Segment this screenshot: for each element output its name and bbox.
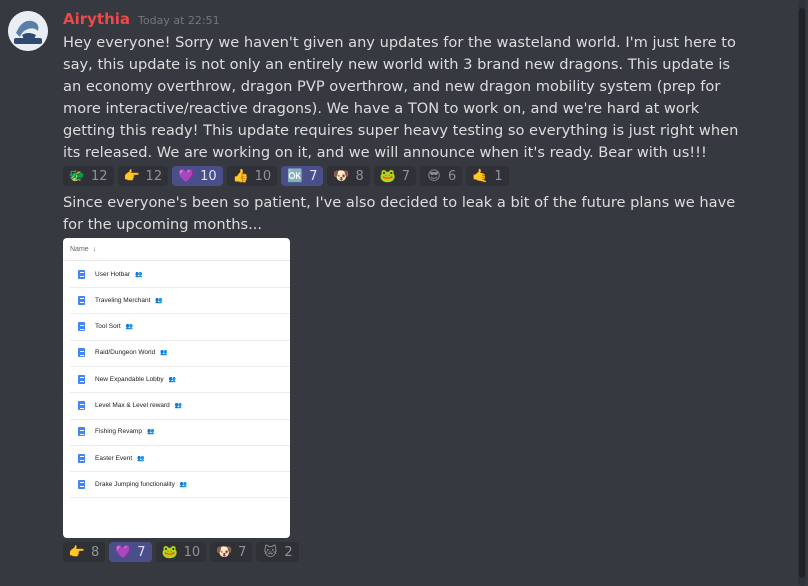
file-row: Tool Sort 👥 bbox=[70, 314, 290, 341]
avatar-logo-icon bbox=[8, 11, 48, 51]
reaction-count: 12 bbox=[145, 168, 163, 184]
shared-users-icon: 👥 bbox=[179, 481, 188, 488]
reaction-button[interactable]: 🐸 10 bbox=[155, 542, 207, 562]
pointing-emoji: 👉 bbox=[123, 168, 140, 184]
frog-face-emoji: 🐸 bbox=[379, 168, 396, 184]
document-icon bbox=[78, 295, 85, 305]
pointing-emoji: 👉 bbox=[68, 544, 86, 560]
reaction-button[interactable]: 🐸 7 bbox=[373, 166, 417, 186]
document-icon bbox=[78, 269, 85, 279]
file-name: Drake Jumping functionality bbox=[95, 480, 175, 488]
reaction-button[interactable]: 🤙 1 bbox=[466, 166, 509, 186]
reaction-button[interactable]: 🐶 7 bbox=[210, 542, 253, 562]
reaction-count: 10 bbox=[254, 168, 272, 184]
file-row: Traveling Merchant 👥 bbox=[70, 287, 290, 315]
reactions-bar: 🐲 12 👉 12 💜 10 👍 10 🆗 7 🐶 8 🐸 7 😎 6 🤙 1 bbox=[63, 166, 509, 186]
shared-users-icon: 👥 bbox=[155, 297, 163, 304]
shared-users-icon: 👥 bbox=[137, 455, 145, 462]
file-name: Raid/Dungeon World bbox=[95, 349, 156, 357]
reaction-button[interactable]: 🐶 8 bbox=[327, 166, 370, 186]
dragon-face-emoji: 🐲 bbox=[68, 168, 86, 184]
file-name: Level Max & Level reward bbox=[95, 402, 170, 409]
message-header: Airythia Today at 22:51 bbox=[63, 10, 220, 32]
reaction-button[interactable]: 👉 8 bbox=[63, 542, 106, 562]
reaction-button[interactable]: 👉 12 bbox=[117, 166, 169, 186]
reaction-count: 10 bbox=[183, 544, 201, 560]
reaction-button[interactable]: 🐱 2 bbox=[256, 542, 299, 562]
frog-emoji: 🐸 bbox=[161, 544, 178, 560]
reaction-count: 6 bbox=[448, 168, 457, 184]
scrollbar-thumb[interactable] bbox=[799, 8, 805, 578]
reaction-count: 10 bbox=[200, 168, 217, 184]
message-content-2: Since everyone's been so patient, I've a… bbox=[63, 192, 743, 236]
file-row: New Expandable Lobby 👥 bbox=[70, 366, 290, 394]
ok-button-emoji: 🆗 bbox=[287, 168, 304, 184]
reaction-count: 8 bbox=[355, 168, 364, 184]
file-name: Easter Event bbox=[95, 454, 133, 462]
shared-users-icon: 👥 bbox=[125, 324, 134, 331]
reaction-count: 7 bbox=[137, 544, 146, 560]
timestamp[interactable]: Today at 22:51 bbox=[138, 14, 220, 27]
reaction-button[interactable]: 💜 7 bbox=[109, 542, 152, 562]
document-icon bbox=[78, 374, 85, 384]
file-name: Tool Sort bbox=[95, 323, 121, 331]
reaction-button[interactable]: 🐲 12 bbox=[63, 166, 114, 186]
purple-heart-emoji: 💜 bbox=[178, 168, 195, 184]
file-row: Raid/Dungeon World 👥 bbox=[70, 340, 290, 367]
file-name: Traveling Merchant bbox=[95, 296, 151, 304]
file-row: Level Max & Level reward 👥 bbox=[70, 393, 290, 420]
document-icon bbox=[78, 348, 85, 358]
file-row: Drake Jumping functionality 👥 bbox=[70, 471, 290, 499]
shared-users-icon: 👥 bbox=[160, 350, 168, 357]
reaction-button[interactable]: 🆗 7 bbox=[281, 166, 324, 186]
file-name: New Expandable Lobby bbox=[95, 375, 164, 383]
message-text: Hey everyone! Sorry we haven't given any… bbox=[63, 34, 739, 161]
hand-emoji: 🤙 bbox=[472, 168, 489, 184]
file-row: Fishing Revamp 👥 bbox=[70, 419, 290, 446]
file-row: User Hotbar 👥 bbox=[70, 261, 290, 288]
file-row: Easter Event 👥 bbox=[70, 445, 290, 473]
reaction-button[interactable]: 👍 10 bbox=[226, 166, 278, 186]
reactions-bar: 👉 8 💜 7 🐸 10 🐶 7 🐱 2 bbox=[63, 542, 299, 562]
shared-users-icon: 👥 bbox=[146, 429, 155, 436]
document-icon bbox=[78, 427, 85, 437]
reaction-count: 7 bbox=[401, 168, 411, 184]
image-attachment[interactable]: Name ↓ User Hotbar 👥 Traveling Merchant 👥 To… bbox=[63, 238, 290, 538]
dog-face-emoji: 🐶 bbox=[333, 168, 350, 184]
name-column-label: Name bbox=[70, 245, 89, 253]
reaction-button[interactable]: 💜 10 bbox=[172, 166, 223, 186]
cat-face-emoji: 🐱 bbox=[263, 544, 278, 560]
shared-users-icon: 👥 bbox=[135, 271, 143, 278]
purple-heart-emoji: 💜 bbox=[115, 544, 132, 560]
sunglasses-emoji: 😎 bbox=[427, 168, 441, 184]
reaction-count: 1 bbox=[494, 168, 503, 184]
document-icon bbox=[78, 453, 85, 463]
message-content: Hey everyone! Sorry we haven't given any… bbox=[63, 32, 743, 164]
document-icon bbox=[78, 401, 85, 410]
reaction-count: 2 bbox=[284, 544, 293, 560]
reaction-count: 7 bbox=[309, 168, 318, 184]
file-name: User Hotbar bbox=[95, 270, 131, 278]
reaction-count: 7 bbox=[238, 544, 247, 560]
message-text: Since everyone's been so patient, I've a… bbox=[63, 194, 736, 233]
sort-arrow-icon: ↓ bbox=[92, 245, 97, 253]
shared-users-icon: 👥 bbox=[168, 376, 177, 383]
shared-users-icon: 👥 bbox=[174, 403, 183, 409]
reaction-count: 8 bbox=[91, 544, 100, 560]
username[interactable]: Airythia bbox=[63, 10, 130, 28]
thumbs-up-emoji: 👍 bbox=[232, 168, 249, 184]
dog-face-emoji: 🐶 bbox=[216, 544, 233, 560]
reaction-count: 12 bbox=[91, 168, 108, 184]
file-list-header: Name ↓ bbox=[63, 238, 290, 261]
reaction-button[interactable]: 😎 6 bbox=[420, 166, 463, 186]
document-icon bbox=[78, 479, 85, 489]
file-name: Fishing Revamp bbox=[95, 428, 142, 436]
avatar[interactable] bbox=[8, 11, 48, 51]
document-icon bbox=[78, 322, 85, 332]
